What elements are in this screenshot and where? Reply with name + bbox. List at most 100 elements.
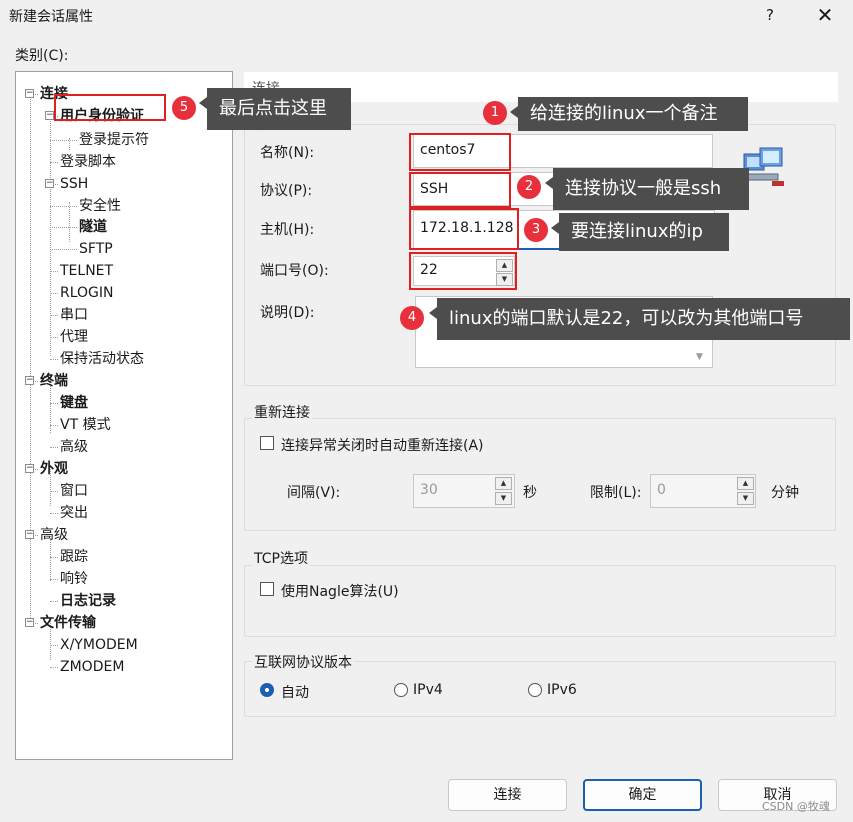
highlight-host bbox=[409, 208, 519, 250]
callout-badge-4: 4 bbox=[400, 306, 424, 330]
tree-connector-line bbox=[50, 271, 58, 272]
tree-connector-line bbox=[50, 425, 58, 426]
port-label: 端口号(O): bbox=[260, 263, 329, 279]
tree-item[interactable]: 保持活动状态 bbox=[60, 349, 144, 369]
scroll-down-icon[interactable]: ▼ bbox=[696, 352, 703, 362]
callout-badge-2: 2 bbox=[517, 175, 541, 199]
tree-item[interactable]: 终端 bbox=[40, 371, 68, 391]
tree-collapse-icon[interactable]: − bbox=[25, 530, 34, 539]
callout-text-4: linux的端口默认是22，可以改为其他端口号 bbox=[429, 298, 850, 340]
help-button[interactable]: ? bbox=[758, 3, 782, 27]
tree-item[interactable]: 窗口 bbox=[60, 481, 88, 501]
tree-item[interactable]: X/YMODEM bbox=[60, 635, 138, 655]
tree-connector-line bbox=[50, 116, 51, 356]
seconds-label: 秒 bbox=[523, 485, 537, 501]
tree-item[interactable]: 日志记录 bbox=[60, 591, 116, 611]
callout-text-5: 最后点击这里 bbox=[199, 88, 351, 130]
tree-item[interactable]: TELNET bbox=[60, 261, 113, 281]
auto-reconnect-checkbox[interactable] bbox=[260, 436, 274, 450]
category-label: 类别(C): bbox=[15, 48, 69, 64]
interval-up-button[interactable]: ▲ bbox=[495, 477, 512, 490]
tree-connector-line bbox=[50, 601, 58, 602]
tcp-group bbox=[244, 565, 836, 637]
tree-connector-line bbox=[30, 92, 31, 622]
tree-collapse-icon[interactable]: − bbox=[25, 618, 34, 627]
tree-connector-line bbox=[50, 403, 58, 404]
tree-item[interactable]: 登录脚本 bbox=[60, 152, 116, 172]
tree-item[interactable]: 高级 bbox=[40, 525, 68, 545]
reconnect-group-title: 重新连接 bbox=[252, 402, 312, 422]
tree-connector-line bbox=[50, 359, 58, 360]
tree-connector-line bbox=[50, 206, 77, 207]
callout-badge-5: 5 bbox=[172, 96, 196, 120]
limit-down-button[interactable]: ▼ bbox=[737, 492, 754, 505]
tree-connector-line bbox=[69, 202, 70, 242]
tree-collapse-icon[interactable]: − bbox=[45, 111, 54, 120]
tree-connector-line bbox=[50, 140, 77, 141]
radio-ipv6-label: IPv6 bbox=[547, 682, 577, 698]
tree-item[interactable]: 登录提示符 bbox=[79, 130, 149, 150]
window-title: 新建会话属性 bbox=[9, 9, 93, 25]
tree-collapse-icon[interactable]: − bbox=[25, 376, 34, 385]
tree-connector-line bbox=[50, 645, 58, 646]
tree-item[interactable]: RLOGIN bbox=[60, 283, 114, 303]
category-tree[interactable]: − 连接 − 用户身份验证 登录提示符 登录脚本 − SSH 安全性 隧道 SFTP TELNET RL… bbox=[15, 71, 233, 760]
radio-ipv4-label: IPv4 bbox=[413, 682, 443, 698]
close-button[interactable]: ✕ bbox=[812, 2, 838, 28]
radio-ipv6[interactable] bbox=[528, 683, 542, 697]
tree-connector-line bbox=[50, 293, 58, 294]
description-label: 说明(D): bbox=[260, 305, 315, 321]
radio-auto-label: 自动 bbox=[281, 685, 309, 701]
nagle-checkbox[interactable] bbox=[260, 582, 274, 596]
callout-text-2: 连接协议一般是ssh bbox=[545, 168, 749, 210]
tree-collapse-icon[interactable]: − bbox=[25, 464, 34, 473]
tree-item[interactable]: SFTP bbox=[79, 239, 113, 259]
tree-connector-line bbox=[50, 557, 58, 558]
ok-button[interactable]: 确定 bbox=[583, 779, 702, 811]
nagle-label: 使用Nagle算法(U) bbox=[281, 584, 399, 600]
tree-item[interactable]: 外观 bbox=[40, 459, 68, 479]
tree-item[interactable]: 高级 bbox=[60, 437, 88, 457]
interval-label: 间隔(V): bbox=[287, 485, 341, 501]
host-label: 主机(H): bbox=[260, 222, 315, 238]
tree-connector-line bbox=[50, 249, 77, 250]
callout-text-1: 给连接的linux一个备注 bbox=[510, 97, 748, 131]
tree-connector-line bbox=[50, 162, 58, 163]
tree-connector-line bbox=[50, 579, 58, 580]
interval-down-button[interactable]: ▼ bbox=[495, 492, 512, 505]
radio-ipv4[interactable] bbox=[394, 683, 408, 697]
tree-item[interactable]: 文件传输 bbox=[40, 613, 96, 633]
tree-item[interactable]: ZMODEM bbox=[60, 657, 124, 677]
limit-up-button[interactable]: ▲ bbox=[737, 477, 754, 490]
tree-item[interactable]: 串口 bbox=[60, 305, 88, 325]
auto-reconnect-label: 连接异常关闭时自动重新连接(A) bbox=[281, 438, 484, 454]
ip-version-group-title: 互联网协议版本 bbox=[252, 652, 354, 672]
tree-connector-line bbox=[50, 491, 58, 492]
tree-item[interactable]: SSH bbox=[60, 174, 88, 194]
tree-connector-line bbox=[50, 315, 58, 316]
title-bar bbox=[0, 0, 853, 32]
callout-badge-1: 1 bbox=[483, 101, 507, 125]
tree-item[interactable]: 响铃 bbox=[60, 569, 88, 589]
name-label: 名称(N): bbox=[260, 145, 315, 161]
tree-connector-line bbox=[50, 227, 77, 228]
tree-item[interactable]: VT 模式 bbox=[60, 415, 111, 435]
highlight-protocol bbox=[409, 172, 511, 208]
tree-item[interactable]: 代理 bbox=[60, 327, 88, 347]
tree-item[interactable]: 安全性 bbox=[79, 196, 121, 216]
tree-item[interactable]: 隧道 bbox=[79, 217, 107, 237]
tree-item[interactable]: 突出 bbox=[60, 503, 88, 523]
tree-collapse-icon[interactable]: − bbox=[45, 179, 54, 188]
tree-item[interactable]: 键盘 bbox=[60, 393, 88, 413]
protocol-label: 协议(P): bbox=[260, 183, 313, 199]
tree-collapse-icon[interactable]: − bbox=[25, 89, 34, 98]
tree-connector-line bbox=[50, 667, 58, 668]
connect-button[interactable]: 连接 bbox=[448, 779, 567, 811]
minutes-label: 分钟 bbox=[771, 485, 799, 501]
tree-connector-line bbox=[50, 447, 58, 448]
limit-label: 限制(L): bbox=[590, 485, 642, 501]
tree-item[interactable]: 跟踪 bbox=[60, 547, 88, 567]
radio-auto[interactable] bbox=[260, 683, 274, 697]
callout-badge-3: 3 bbox=[524, 218, 548, 242]
tree-connector-line bbox=[50, 513, 58, 514]
